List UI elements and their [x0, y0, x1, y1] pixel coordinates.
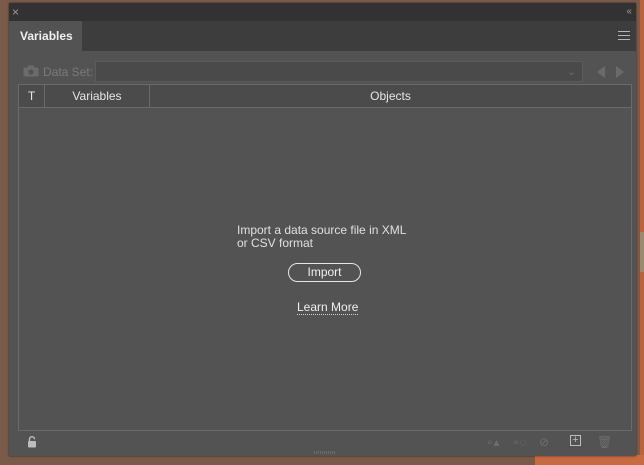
make-object-dynamic-icon[interactable]: ∘▴ [486, 435, 500, 449]
column-header-variables[interactable]: Variables [45, 85, 150, 107]
panel-tab-bar: Variables [9, 21, 636, 51]
background-artboard-bottom [535, 455, 644, 465]
dataset-label: Data Set: [43, 65, 94, 79]
chevron-down-icon: ⌄ [566, 66, 576, 78]
close-icon[interactable]: × [12, 5, 19, 19]
learn-more-link[interactable]: Learn More [297, 300, 359, 315]
new-variable-icon[interactable]: + [570, 435, 581, 446]
previous-dataset-icon[interactable] [597, 66, 605, 78]
tab-variables[interactable]: Variables [9, 21, 82, 51]
column-header-type[interactable]: T [19, 85, 45, 107]
background-artboard-right [640, 0, 644, 465]
panel-menu-icon[interactable] [618, 31, 630, 41]
unbind-variable-icon[interactable]: ⊘ [539, 435, 549, 449]
dataset-row: Data Set: ⌄ [9, 61, 636, 83]
delete-variable-icon[interactable]: 🗑 [597, 435, 612, 449]
import-button[interactable]: Import [288, 263, 361, 282]
unlock-icon[interactable] [27, 436, 37, 448]
background-shape [640, 232, 644, 272]
table-header: T Variables Objects [19, 85, 631, 108]
variables-table: T Variables Objects [18, 84, 632, 431]
panel-titlebar[interactable]: × ‹‹ [9, 3, 636, 21]
camera-icon[interactable] [23, 65, 39, 77]
collapse-icon[interactable]: ‹‹ [626, 5, 632, 19]
panel-resize-grip[interactable] [314, 451, 336, 454]
dataset-select[interactable]: ⌄ [95, 61, 583, 82]
make-visibility-dynamic-icon[interactable]: ∘◌ [512, 435, 527, 449]
empty-state-line-2: or CSV format [237, 236, 314, 250]
empty-state-message: Import a data source file in XML or CSV … [237, 224, 417, 250]
next-dataset-icon[interactable] [616, 66, 624, 78]
variables-panel: × ‹‹ Variables Data Set: ⌄ T Variables O… [9, 3, 636, 456]
column-header-objects[interactable]: Objects [150, 85, 631, 107]
